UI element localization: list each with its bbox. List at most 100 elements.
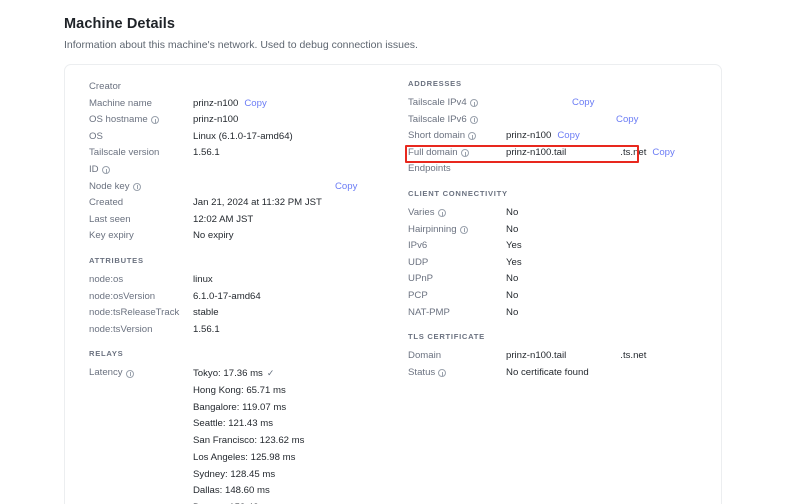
right-column: ADDRESSES Tailscale IPv4 Copy Tailscale IP… (394, 79, 721, 504)
relay-entry-text: Sydney: 128.45 ms (193, 468, 276, 480)
row-label: Tailscale version (89, 145, 193, 162)
row-label: Created (89, 195, 193, 212)
client-connectivity-rows: Varies No Hairpinning No IPv6 Yes UDP Yes UPnP No… (408, 205, 721, 321)
row-label-text: Varies (408, 206, 435, 218)
copy-link[interactable]: Copy (572, 95, 594, 112)
row-value-text: Yes (506, 256, 522, 268)
relay-entry: Dallas: 148.60 ms (193, 483, 304, 500)
row-value-text: No certificate found (506, 366, 589, 378)
row-label: UPnP (408, 271, 506, 288)
row-value: No (506, 271, 518, 288)
info-icon[interactable] (101, 166, 110, 175)
row-label: Tailscale IPv6 (408, 112, 506, 129)
row-label: Machine name (89, 96, 193, 113)
relay-entry: Bangalore: 119.07 ms (193, 400, 304, 417)
row-label-text: IPv6 (408, 240, 428, 252)
client-connectivity-heading: CLIENT CONNECTIVITY (408, 188, 508, 198)
row-label-text: node:tsVersion (89, 323, 153, 335)
row-label: PCP (408, 288, 506, 305)
row-label: OS (89, 129, 193, 146)
row-label-text: ID (89, 163, 99, 175)
row-value-suffix: .ts.net (620, 350, 647, 362)
detail-row: OS Linux (6.1.0-17-amd64) (89, 129, 394, 146)
row-value-text: 6.1.0-17-amd64 (193, 290, 261, 302)
left-column: Creator Machine name prinz-n100 Copy OS host… (65, 79, 394, 504)
row-value-text: stable (193, 307, 219, 319)
row-value-text: Jan 21, 2024 at 11:32 PM JST (193, 197, 322, 209)
attribute-row: node:os linux (89, 272, 394, 289)
row-value: 1.56.1 (193, 322, 220, 339)
row-value: Yes (506, 255, 522, 272)
copy-link[interactable]: Copy (244, 96, 266, 113)
relay-latency-row: Latency Tokyo: 17.36 ms ✓ Hong Kong: 65.71 … (89, 365, 394, 504)
row-value: 1.56.1 (193, 145, 220, 162)
relay-entry: Sydney: 128.45 ms (193, 467, 304, 484)
row-label: UDP (408, 255, 506, 272)
row-value-text: No expiry (193, 230, 234, 242)
detail-row: ID (89, 162, 394, 179)
row-label-text: Endpoints (408, 163, 451, 175)
row-label-text: node:osVersion (89, 290, 156, 302)
detail-row: Tailscale version 1.56.1 (89, 145, 394, 162)
row-label-text: NAT-PMP (408, 306, 450, 318)
info-icon[interactable] (468, 132, 477, 141)
tls-certificate-heading: TLS CERTIFICATE (408, 332, 485, 342)
copy-link[interactable]: Copy (652, 145, 674, 162)
info-icon[interactable] (438, 369, 447, 378)
row-label-text: OS (89, 130, 103, 142)
row-value: prinz-n100.tail .ts.net Copy (506, 145, 675, 162)
row-label: ID (89, 162, 193, 179)
address-row: Endpoints (408, 161, 721, 178)
address-row: Tailscale IPv6 Copy (408, 112, 721, 129)
row-value: prinz-n100 (193, 112, 238, 129)
row-label-text: Short domain (408, 130, 466, 142)
relay-entry: Seattle: 121.43 ms (193, 416, 304, 433)
info-icon[interactable] (459, 225, 468, 234)
row-value: linux (193, 272, 213, 289)
info-icon[interactable] (125, 369, 134, 378)
row-value-text: 1.56.1 (193, 323, 220, 335)
copy-link[interactable]: Copy (616, 112, 638, 129)
relay-entry-text: Tokyo: 17.36 ms (193, 368, 263, 380)
row-value-text: No (506, 306, 519, 318)
row-value-text: Yes (506, 240, 522, 252)
info-icon[interactable] (460, 149, 469, 158)
row-label: Latency (89, 365, 193, 382)
info-icon[interactable] (469, 99, 478, 108)
relay-entry-text: Seattle: 121.43 ms (193, 418, 273, 430)
connectivity-row: Varies No (408, 205, 721, 222)
relays-heading: RELAYS (89, 349, 124, 359)
row-value-text: prinz-n100 (506, 130, 552, 142)
relay-entry-text: San Francisco: 123.62 ms (193, 435, 305, 447)
row-label: Node key (89, 179, 193, 196)
page-subtitle: Information about this machine's network… (64, 39, 418, 51)
detail-row: Key expiry No expiry (89, 228, 394, 245)
tls-row: Domain prinz-n100.tail .ts.net (408, 348, 721, 365)
attribute-row: node:osVersion 6.1.0-17-amd64 (89, 289, 394, 306)
detail-row: Node key Copy (89, 179, 394, 196)
row-label-text: UPnP (408, 273, 434, 285)
detail-row: Machine name prinz-n100 Copy (89, 96, 394, 113)
address-row: Tailscale IPv4 Copy (408, 95, 721, 112)
info-icon[interactable] (469, 115, 478, 124)
copy-link[interactable]: Copy (335, 179, 357, 196)
row-label: Last seen (89, 212, 193, 229)
row-value: prinz-n100 Copy (193, 96, 267, 113)
copy-link[interactable]: Copy (557, 128, 579, 145)
connectivity-row: Hairpinning No (408, 222, 721, 239)
info-icon[interactable] (132, 182, 141, 191)
detail-row: OS hostname prinz-n100 (89, 112, 394, 129)
row-value-text: prinz-n100 (193, 114, 239, 126)
detail-row: Last seen 12:02 AM JST (89, 212, 394, 229)
info-icon[interactable] (150, 116, 159, 125)
row-label-text: Created (89, 197, 124, 209)
row-label: node:os (89, 272, 193, 289)
info-icon[interactable] (437, 209, 446, 218)
row-value: No (506, 205, 518, 222)
row-label: node:osVersion (89, 289, 193, 306)
row-value: Jan 21, 2024 at 11:32 PM JST (193, 195, 322, 212)
attribute-row: node:tsReleaseTrack stable (89, 305, 394, 322)
relay-entry: Tokyo: 17.36 ms ✓ (193, 365, 304, 383)
row-value-text: prinz-n100.tail (506, 350, 567, 362)
relay-entry: Los Angeles: 125.98 ms (193, 450, 304, 467)
